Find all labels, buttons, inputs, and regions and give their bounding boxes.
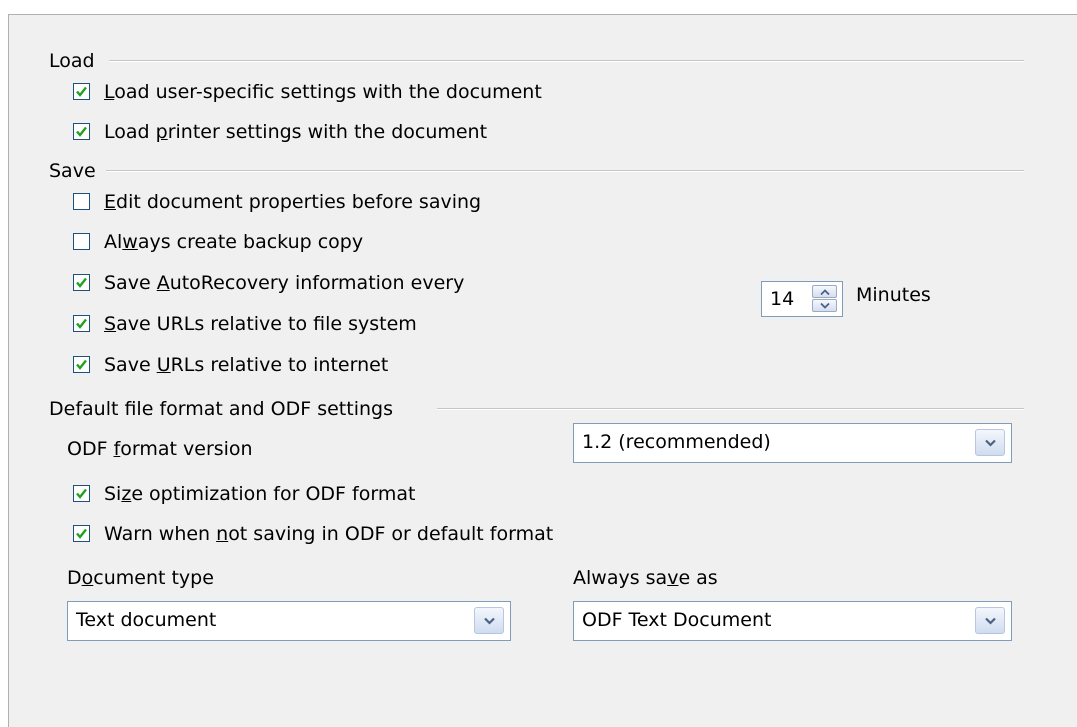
chevron-down-icon — [484, 617, 495, 625]
edit-properties-label[interactable]: Edit document properties before saving — [104, 190, 481, 214]
document-type-value: Text document — [76, 609, 217, 631]
save-section-title: Save — [49, 160, 96, 182]
document-type-dropdown-button[interactable] — [474, 607, 504, 634]
size-optimization-label[interactable]: Size optimization for ODF format — [104, 482, 415, 506]
always-save-as-dropdown-button[interactable] — [975, 607, 1005, 634]
arrow-up-icon — [820, 289, 830, 295]
urls-file-system-label[interactable]: Save URLs relative to file system — [104, 312, 417, 336]
checkmark-icon — [76, 318, 87, 329]
load-printer-settings-checkbox[interactable] — [73, 123, 90, 140]
default-format-separator — [437, 408, 1024, 410]
checkmark-icon — [76, 126, 87, 137]
default-format-section-title: Default file format and ODF settings — [49, 398, 393, 420]
autorecovery-label[interactable]: Save AutoRecovery information every — [104, 271, 464, 295]
spin-down-button[interactable] — [812, 299, 837, 312]
backup-copy-checkbox[interactable] — [73, 233, 90, 250]
document-type-label: Document type — [67, 567, 214, 589]
checkmark-icon — [76, 488, 87, 499]
always-save-as-label: Always save as — [573, 567, 718, 589]
warn-not-odf-label[interactable]: Warn when not saving in ODF or default f… — [104, 522, 553, 546]
backup-copy-label[interactable]: Always create backup copy — [104, 230, 363, 254]
autorecovery-checkbox[interactable] — [73, 274, 90, 291]
odf-version-value: 1.2 (recommended) — [582, 431, 771, 453]
spin-up-button[interactable] — [812, 285, 837, 298]
odf-version-label: ODF format version — [67, 438, 253, 460]
chevron-down-icon — [985, 617, 996, 625]
autorecovery-minutes-value[interactable]: 14 — [770, 287, 794, 311]
checkmark-icon — [76, 277, 87, 288]
load-printer-settings-label[interactable]: Load printer settings with the document — [104, 120, 487, 144]
odf-version-select[interactable]: 1.2 (recommended) — [573, 423, 1012, 463]
chevron-down-icon — [985, 439, 996, 447]
checkmark-icon — [76, 359, 87, 370]
minutes-label: Minutes — [856, 284, 931, 306]
load-user-settings-checkbox[interactable] — [73, 83, 90, 100]
spin-buttons — [812, 285, 837, 313]
load-separator — [109, 60, 1024, 62]
arrow-down-icon — [820, 303, 830, 309]
urls-file-system-checkbox[interactable] — [73, 315, 90, 332]
urls-internet-label[interactable]: Save URLs relative to internet — [104, 353, 388, 377]
checkmark-icon — [76, 528, 87, 539]
load-section-title: Load — [49, 50, 95, 72]
save-separator — [106, 170, 1024, 172]
always-save-as-select[interactable]: ODF Text Document — [573, 601, 1012, 641]
checkmark-icon — [76, 86, 87, 97]
autorecovery-minutes-spinbox[interactable]: 14 — [761, 281, 843, 317]
warn-not-odf-checkbox[interactable] — [73, 525, 90, 542]
size-optimization-checkbox[interactable] — [73, 485, 90, 502]
odf-version-dropdown-button[interactable] — [975, 429, 1005, 456]
document-type-select[interactable]: Text document — [67, 601, 511, 641]
always-save-as-value: ODF Text Document — [582, 609, 772, 631]
urls-internet-checkbox[interactable] — [73, 356, 90, 373]
load-user-settings-label[interactable]: Load user-specific settings with the doc… — [104, 80, 542, 104]
edit-properties-checkbox[interactable] — [73, 193, 90, 210]
options-panel: Load Load user-specific settings with th… — [8, 14, 1077, 727]
